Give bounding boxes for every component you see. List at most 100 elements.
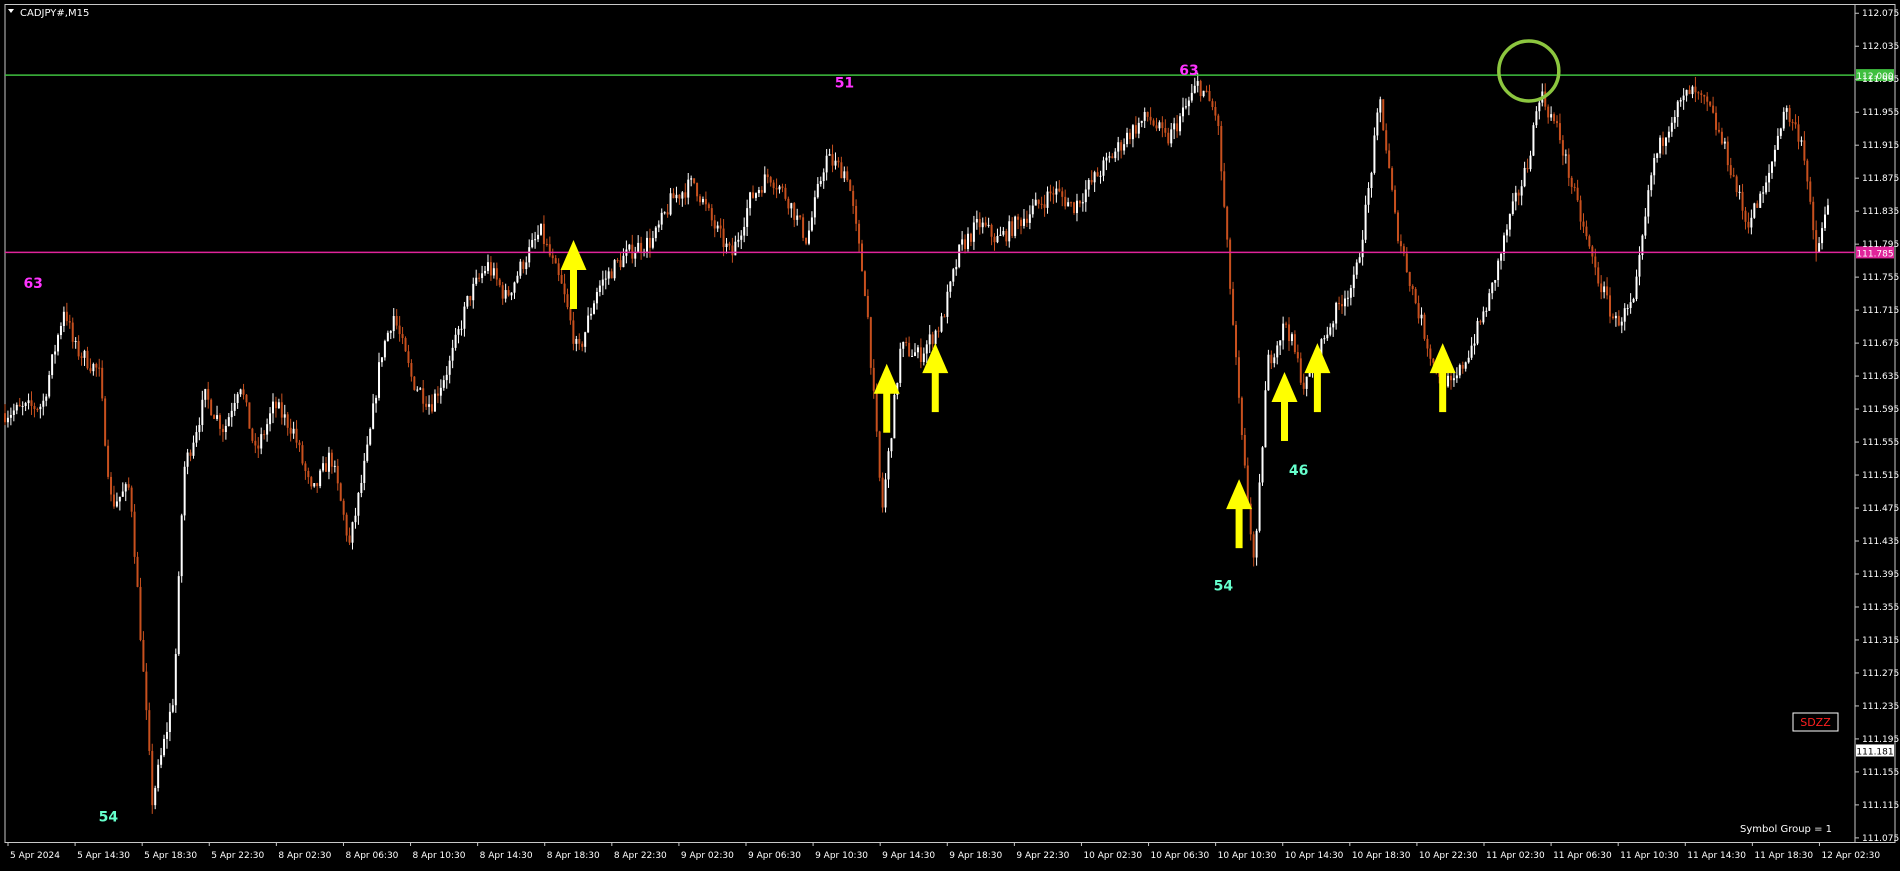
candle-body <box>710 208 713 221</box>
candle-body <box>1712 105 1715 113</box>
candle-body <box>254 440 257 446</box>
candle-body <box>1623 308 1626 322</box>
candle-body <box>534 239 537 241</box>
candle-body <box>866 295 869 318</box>
candle-body <box>569 307 572 321</box>
candle-body <box>89 368 92 372</box>
candle-body <box>112 494 115 507</box>
candle-body <box>183 466 186 516</box>
y-tick-label: 111.915 <box>1862 141 1899 151</box>
candle-body <box>1067 202 1070 207</box>
candle-body <box>283 414 286 418</box>
candle-body <box>595 292 598 304</box>
candle-body <box>36 409 39 411</box>
candle-body <box>201 399 204 426</box>
candle-body <box>1187 100 1190 107</box>
candle-body <box>537 234 540 240</box>
candle-body <box>1417 303 1420 319</box>
candle-body <box>1220 126 1223 172</box>
candle-body <box>722 228 725 248</box>
candle-body <box>1343 298 1346 307</box>
candle-body <box>1609 295 1612 317</box>
candle-body <box>1279 340 1282 346</box>
candle-body <box>1043 204 1046 208</box>
candle-body <box>1735 176 1738 193</box>
candle-body <box>542 223 545 245</box>
candle <box>1249 497 1252 541</box>
candle-body <box>1302 382 1305 389</box>
buy-arrow-shaft <box>1281 400 1289 441</box>
candle-body <box>807 230 810 244</box>
candle <box>863 270 866 297</box>
candle <box>1073 201 1076 215</box>
candle-body <box>793 203 796 220</box>
candle-body <box>372 403 375 429</box>
y-tick-label: 111.195 <box>1862 735 1899 745</box>
candle-body <box>1293 334 1296 353</box>
x-tick-label: 11 Apr 02:30 <box>1486 851 1545 861</box>
candle-body <box>451 347 454 361</box>
y-tick-label: 111.795 <box>1862 240 1899 250</box>
candle-body <box>590 313 593 316</box>
candle-body <box>431 404 434 412</box>
candle-body <box>492 268 495 276</box>
candle-body <box>1134 125 1137 134</box>
candle-body <box>690 178 693 180</box>
candle <box>177 571 180 656</box>
candle-body <box>816 183 819 198</box>
chart-canvas[interactable]: 112.000111.785111.181 635451635446 112.0… <box>0 0 1900 867</box>
candle-body <box>1502 235 1505 254</box>
candle-body <box>1617 315 1620 326</box>
candle <box>1237 350 1240 404</box>
y-tick-label: 111.515 <box>1862 471 1899 481</box>
candle <box>899 342 902 387</box>
candle-body <box>1449 375 1452 381</box>
candle-body <box>51 354 54 376</box>
candle-body <box>1517 192 1520 196</box>
candle <box>1240 396 1243 440</box>
candle <box>180 513 183 583</box>
candle-body <box>1058 188 1061 192</box>
candle-body <box>1276 345 1279 358</box>
candle-body <box>1594 256 1597 268</box>
candle-body <box>648 237 651 248</box>
candle-body <box>781 186 784 188</box>
candle-body <box>772 182 775 189</box>
candle-body <box>946 291 949 317</box>
candle-body <box>204 389 207 400</box>
candle-body <box>522 261 525 269</box>
candle-body <box>436 393 439 396</box>
candle-body <box>1237 357 1240 398</box>
candle-body <box>1538 102 1541 112</box>
candle-body <box>981 222 984 228</box>
candle <box>1014 215 1017 239</box>
price-chart[interactable]: 112.000 111.785 111.181 63 54 51 63 54 46 112.0… <box>0 0 1900 867</box>
candle-body <box>224 425 227 433</box>
candle-body <box>1408 272 1411 287</box>
candle-body <box>304 463 307 471</box>
candle-body <box>1553 114 1556 122</box>
y-tick-label: 111.235 <box>1862 702 1899 712</box>
candle-body <box>319 470 322 487</box>
candle-body <box>1078 200 1081 204</box>
candle-body <box>428 404 431 407</box>
candle <box>893 392 896 439</box>
y-tick-label: 111.835 <box>1862 207 1899 217</box>
y-tick-label: 111.955 <box>1862 108 1899 118</box>
candle-body <box>834 160 837 166</box>
x-tick-label: 11 Apr 18:30 <box>1754 851 1813 861</box>
candle-body <box>1255 530 1258 558</box>
candle-body <box>1779 128 1782 136</box>
candle-body <box>59 325 62 336</box>
candle-body <box>62 311 65 326</box>
candle-body <box>1508 214 1511 230</box>
candle-body <box>925 344 928 354</box>
candle-body <box>216 415 219 419</box>
candle-body <box>1037 199 1040 204</box>
candle-body <box>1529 155 1532 170</box>
candle-body <box>1173 123 1176 130</box>
y-tick-label: 111.715 <box>1862 306 1899 316</box>
candle-body <box>95 364 98 368</box>
candle-body <box>463 306 466 329</box>
candle-body <box>151 750 154 806</box>
